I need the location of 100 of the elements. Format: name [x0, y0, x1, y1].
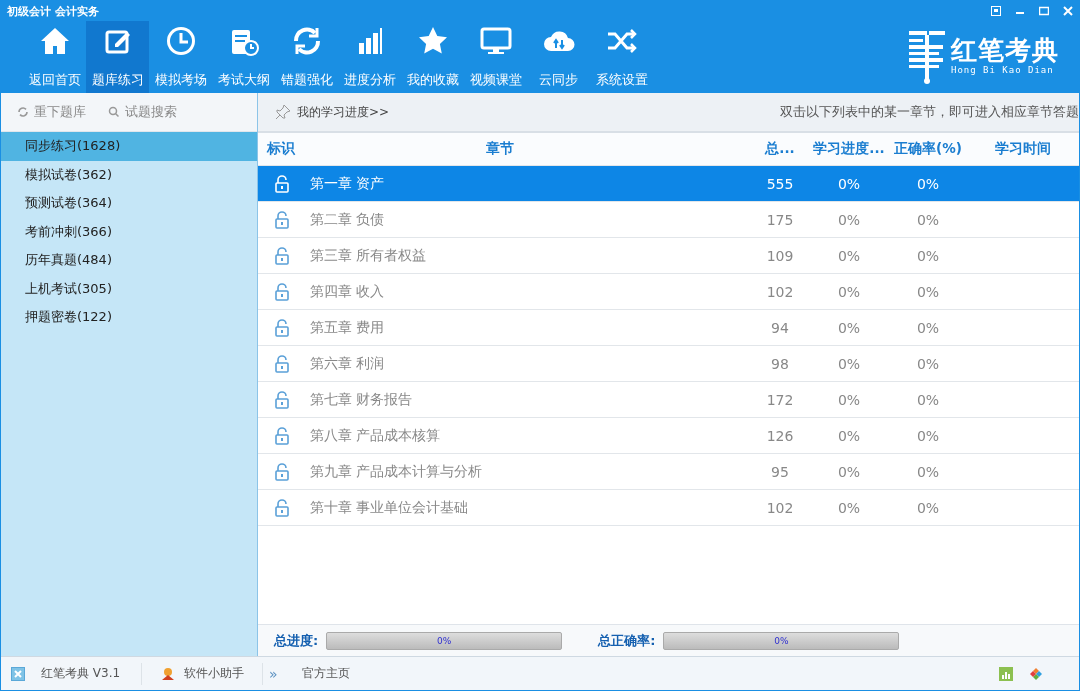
table-cell-text: 第十章 事业单位会计基础: [310, 498, 470, 517]
sidebar-item[interactable]: 同步练习(1628): [1, 132, 257, 161]
toolbar-button[interactable]: 模拟考场: [149, 21, 212, 93]
progress-reading: 0%: [773, 634, 790, 648]
table-cell-text: 0%: [836, 427, 862, 444]
unlock-icon: [274, 462, 290, 481]
helper-icon: [160, 666, 176, 681]
table-cell-text: 0%: [915, 211, 941, 228]
helper-link[interactable]: 软件小助手: [184, 665, 262, 682]
table-cell-text: 172: [765, 391, 795, 408]
table-cell-text: 175: [765, 211, 795, 228]
chart-icon[interactable]: [999, 666, 1013, 681]
table-row[interactable]: 第七章 财务报告 172 0% 0%: [258, 382, 1079, 418]
column-header[interactable]: 章节: [310, 140, 750, 158]
table-cell-text: 109: [765, 247, 795, 264]
toolbar-button[interactable]: 题库练习: [86, 21, 149, 93]
toolbar-button[interactable]: 视频课堂: [464, 21, 527, 93]
table-cell-text: 0%: [836, 463, 862, 480]
table-row[interactable]: 第十章 事业单位会计基础 102 0% 0%: [258, 490, 1079, 526]
toolbar-button[interactable]: 我的收藏: [401, 21, 464, 93]
pin-icon: [274, 103, 292, 121]
table-cell-text: 第五章 费用: [310, 318, 386, 337]
table-row[interactable]: 第九章 产品成本计算与分析 95 0% 0%: [258, 454, 1079, 490]
table-cell-text: 126: [765, 427, 795, 444]
sidebar-item[interactable]: 押题密卷(122): [1, 303, 257, 332]
unlock-icon: [274, 318, 290, 337]
toolbar-button[interactable]: 返回首页: [23, 21, 86, 93]
column-header[interactable]: 标识: [258, 140, 310, 158]
table-cell-text: 0%: [915, 247, 941, 264]
refresh-icon: [17, 106, 29, 118]
unlock-icon: [274, 210, 290, 229]
hint-text: 双击以下列表中的某一章节，即可进入相应章节答题: [780, 103, 1079, 121]
table-cell-text: 102: [765, 499, 795, 516]
table-row[interactable]: 第一章 资产 555 0% 0%: [258, 166, 1079, 202]
table-row[interactable]: 第四章 收入 102 0% 0%: [258, 274, 1079, 310]
column-header[interactable]: 总...: [750, 140, 810, 158]
unlock-icon: [274, 174, 290, 193]
table-cell-text: 第一章 资产: [310, 174, 386, 193]
table-cell-text: 0%: [836, 283, 862, 300]
column-header[interactable]: 学习时间: [968, 140, 1078, 158]
column-header[interactable]: 学习进度...: [810, 140, 888, 158]
maximize-icon[interactable]: [1039, 6, 1049, 16]
table-cell-text: 98: [770, 355, 790, 372]
table-cell-text: 0%: [915, 463, 941, 480]
logo-icon: [907, 29, 947, 87]
toolbar-button[interactable]: 进度分析: [338, 21, 401, 93]
window-title: 初级会计 会计实务: [7, 3, 99, 19]
table-cell-text: 0%: [836, 319, 862, 336]
toolbar-button[interactable]: 错题强化: [275, 21, 338, 93]
table-cell-text: 102: [765, 283, 795, 300]
unlock-icon: [274, 354, 290, 373]
close-icon[interactable]: [1063, 6, 1073, 16]
table-cell-text: 0%: [915, 499, 941, 516]
app-icon: [11, 666, 25, 681]
diamond-icon[interactable]: [1029, 666, 1043, 681]
unlock-icon: [274, 246, 290, 265]
summary-label: 总进度:: [274, 631, 319, 650]
progress-reading: 0%: [436, 634, 453, 648]
table-cell-text: 0%: [915, 391, 941, 408]
unlock-icon: [274, 282, 290, 301]
sidebar-item[interactable]: 考前冲刺(366): [1, 217, 257, 246]
sidebar-item[interactable]: 预测试卷(364): [1, 189, 257, 218]
table-cell-text: 第六章 利润: [310, 354, 386, 373]
table-row[interactable]: 第五章 费用 94 0% 0%: [258, 310, 1079, 346]
table-row[interactable]: 第八章 产品成本核算 126 0% 0%: [258, 418, 1079, 454]
sidebar-item[interactable]: 历年真题(484): [1, 246, 257, 275]
logo-subtitle: Hong Bi Kao Dian: [951, 65, 1055, 75]
table-cell-text: 0%: [836, 499, 862, 516]
summary-label: 总正确率:: [598, 631, 656, 650]
table-cell-text: 555: [765, 175, 795, 192]
table-cell-text: 第四章 收入: [310, 282, 386, 301]
logo-name: 红笔考典: [951, 35, 1059, 65]
table-cell-text: 0%: [836, 355, 862, 372]
more-link[interactable]: »: [269, 665, 278, 682]
progress-link[interactable]: 我的学习进度>>: [297, 103, 390, 121]
table-cell-text: 94: [770, 319, 790, 336]
unlock-icon: [274, 498, 290, 517]
table-cell-text: 0%: [836, 211, 862, 228]
table-cell-text: 0%: [915, 427, 941, 444]
table-row[interactable]: 第二章 负债 175 0% 0%: [258, 202, 1079, 238]
table-cell-text: 第八章 产品成本核算: [310, 426, 442, 445]
unlock-icon: [274, 390, 290, 409]
sidebar-item[interactable]: 模拟试卷(362): [1, 160, 257, 189]
table-cell-text: 0%: [836, 391, 862, 408]
homepage-link[interactable]: 官方主页: [301, 665, 350, 682]
search-icon: [108, 106, 120, 118]
table-row[interactable]: 第三章 所有者权益 109 0% 0%: [258, 238, 1079, 274]
sidebar-item[interactable]: 上机考试(305): [1, 274, 257, 303]
table-cell-text: 0%: [836, 175, 862, 192]
table-row[interactable]: 第六章 利润 98 0% 0%: [258, 346, 1079, 382]
toolbar-button[interactable]: 考试大纲: [212, 21, 275, 93]
redownload-button[interactable]: 重下题库: [17, 103, 86, 121]
table-cell-text: 第三章 所有者权益: [310, 246, 428, 265]
search-button[interactable]: 试题搜索: [108, 103, 177, 121]
table-cell-text: 0%: [915, 319, 941, 336]
column-header[interactable]: 正确率(%): [888, 140, 968, 158]
toolbar-button[interactable]: 系统设置: [590, 21, 653, 93]
table-cell-text: 0%: [915, 175, 941, 192]
toolbar-button[interactable]: 云同步: [527, 21, 590, 93]
table-cell-text: 0%: [836, 247, 862, 264]
